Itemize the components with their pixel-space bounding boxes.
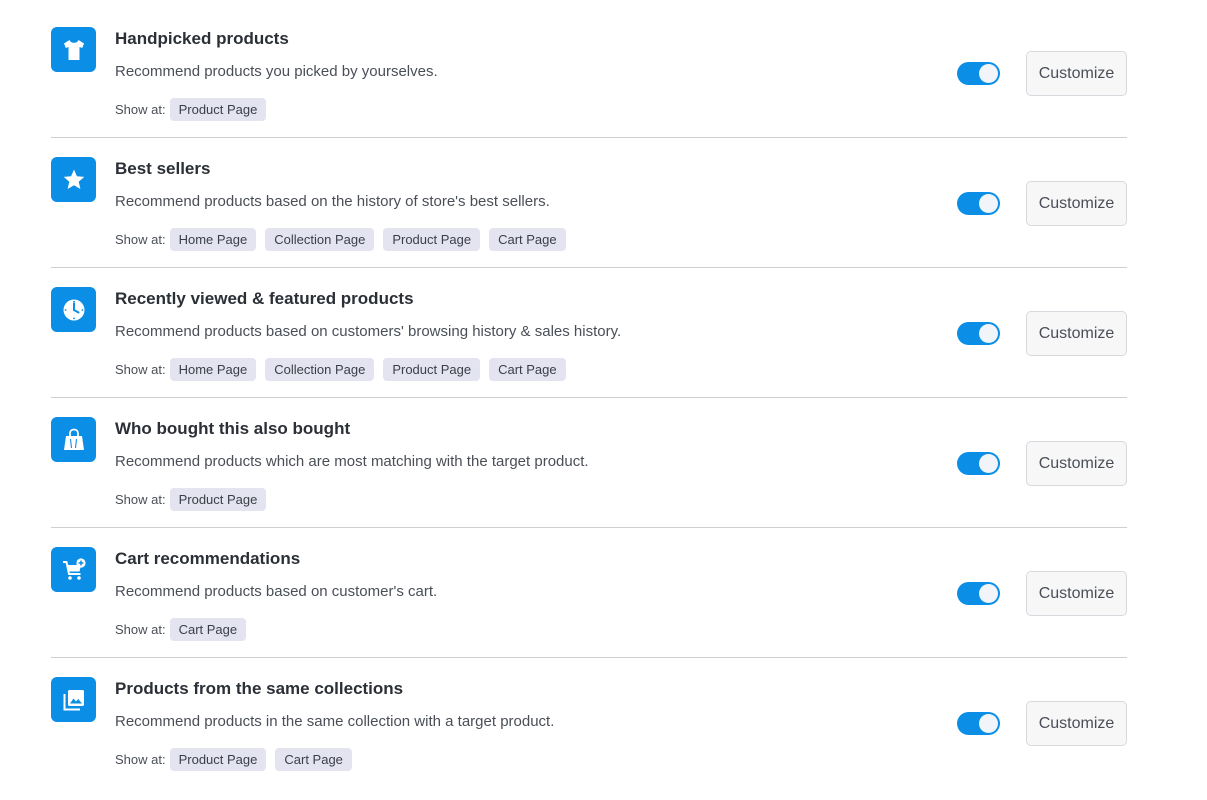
widget-description: Recommend products based on the history … [115,193,550,210]
show-at-label: Show at: [115,752,166,767]
customize-button[interactable]: Customize [1026,311,1127,356]
page-tag: Cart Page [489,228,566,251]
widget-row-same-collections: Products from the same collections Recom… [51,658,1127,788]
widget-row-best-sellers: Best sellers Recommend products based on… [51,138,1127,268]
show-at-group: Show at: Cart Page [115,618,255,641]
widget-title: Products from the same collections [115,679,404,698]
show-at-group: Show at: Product Page [115,488,275,511]
page-tag: Collection Page [265,228,375,251]
page-tag: Home Page [169,358,257,381]
widget-title: Recently viewed & featured products [115,289,414,308]
enable-toggle[interactable] [957,582,1000,605]
customize-button[interactable]: Customize [1026,701,1127,746]
customize-button[interactable]: Customize [1026,571,1127,616]
toggle-knob [979,64,998,83]
show-at-group: Show at: Home Page Collection Page Produ… [115,228,575,251]
widget-title: Cart recommendations [115,549,301,568]
widget-description: Recommend products you picked by yoursel… [115,63,438,80]
page-tag: Product Page [383,358,481,381]
widget-row-recently-viewed: Recently viewed & featured products Reco… [51,268,1127,398]
show-at-label: Show at: [115,622,166,637]
page-tag: Cart Page [489,358,566,381]
image-collection-icon [51,677,96,722]
page-tag: Product Page [169,98,267,121]
enable-toggle[interactable] [957,452,1000,475]
show-at-group: Show at: Product Page [115,98,275,121]
page-tag: Product Page [383,228,481,251]
enable-toggle[interactable] [957,62,1000,85]
widget-title: Who bought this also bought [115,419,351,438]
page-tag: Product Page [169,748,267,771]
widget-list: Handpicked products Recommend products y… [51,8,1127,788]
widget-row-also-bought: Who bought this also bought Recommend pr… [51,398,1127,528]
widget-row-handpicked: Handpicked products Recommend products y… [51,8,1127,138]
toggle-knob [979,324,998,343]
enable-toggle[interactable] [957,322,1000,345]
page-tag: Collection Page [265,358,375,381]
cart-add-icon [51,547,96,592]
show-at-label: Show at: [115,102,166,117]
toggle-knob [979,584,998,603]
enable-toggle[interactable] [957,192,1000,215]
customize-button[interactable]: Customize [1026,441,1127,486]
page-tag: Product Page [169,488,267,511]
customize-button[interactable]: Customize [1026,51,1127,96]
widget-title: Best sellers [115,159,211,178]
widget-description: Recommend products in the same collectio… [115,713,555,730]
star-icon [51,157,96,202]
toggle-knob [979,714,998,733]
customize-button[interactable]: Customize [1026,181,1127,226]
toggle-knob [979,454,998,473]
show-at-label: Show at: [115,232,166,247]
show-at-group: Show at: Product Page Cart Page [115,748,361,771]
tshirt-icon [51,27,96,72]
widget-description: Recommend products which are most matchi… [115,453,589,470]
show-at-label: Show at: [115,362,166,377]
page-tag: Home Page [169,228,257,251]
page-tag: Cart Page [275,748,352,771]
widget-description: Recommend products based on customer's c… [115,583,438,600]
widget-title: Handpicked products [115,29,289,48]
widget-description: Recommend products based on customers' b… [115,323,622,340]
show-at-label: Show at: [115,492,166,507]
show-at-group: Show at: Home Page Collection Page Produ… [115,358,575,381]
shopping-bag-icon [51,417,96,462]
enable-toggle[interactable] [957,712,1000,735]
page-tag: Cart Page [169,618,247,641]
widget-row-cart-recommendations: Cart recommendations Recommend products … [51,528,1127,658]
toggle-knob [979,194,998,213]
clock-icon [51,287,96,332]
